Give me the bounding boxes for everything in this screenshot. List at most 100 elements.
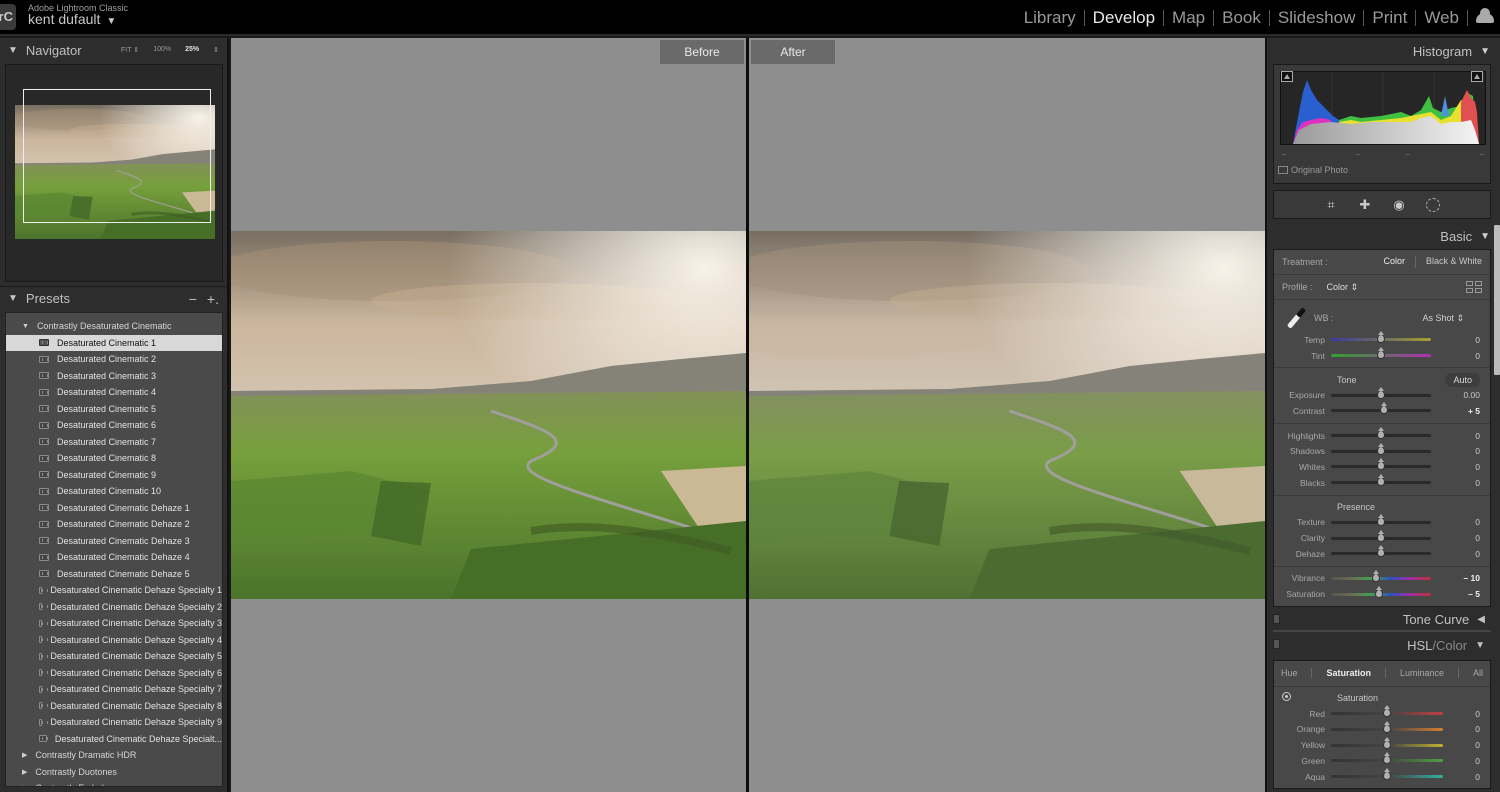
auto-tone-button[interactable]: Auto <box>1445 373 1480 388</box>
before-photo[interactable] <box>231 231 746 599</box>
preset-item[interactable]: Desaturated Cinematic 7 <box>6 434 222 451</box>
targeted-adjustment-icon[interactable] <box>1282 691 1291 701</box>
after-photo[interactable] <box>749 231 1265 599</box>
basic-header[interactable]: Basic ▼ <box>1267 223 1500 249</box>
zoom-stepper-icon[interactable]: ⇕ <box>213 46 219 54</box>
treatment-bw[interactable]: Black & White <box>1426 256 1482 268</box>
slider-thumb[interactable] <box>1374 585 1383 598</box>
preset-item[interactable]: Desaturated Cinematic 1 <box>6 334 222 351</box>
slider-value[interactable]: – 5 <box>1468 589 1490 599</box>
slider-track[interactable] <box>1331 752 1443 765</box>
slider-value[interactable]: 0 <box>1475 335 1490 345</box>
slider-track[interactable] <box>1331 458 1431 471</box>
cloud-sync-icon[interactable] <box>1476 8 1494 23</box>
slider-value[interactable]: 0 <box>1475 351 1490 361</box>
preset-item[interactable]: Desaturated Cinematic Dehaze Specialty 9 <box>6 714 222 731</box>
slider-value[interactable]: 0 <box>1475 431 1490 441</box>
slider-thumb[interactable] <box>1377 513 1385 526</box>
preset-item[interactable]: Desaturated Cinematic Dehaze 2 <box>6 516 222 533</box>
tab-hue[interactable]: Hue <box>1281 668 1298 678</box>
slider-value[interactable]: 0 <box>1475 724 1490 734</box>
slider-track[interactable] <box>1331 736 1443 749</box>
preset-item[interactable]: Desaturated Cinematic 3 <box>6 368 222 385</box>
slider-thumb[interactable] <box>1377 545 1385 558</box>
slider-thumb[interactable] <box>1377 331 1385 344</box>
tab-all[interactable]: All <box>1473 668 1483 678</box>
collapse-triangle-icon[interactable]: ▼ <box>8 293 18 304</box>
slider-track[interactable] <box>1331 768 1443 781</box>
slider-thumb[interactable] <box>1383 752 1391 765</box>
slider-thumb[interactable] <box>1372 569 1380 582</box>
preset-item[interactable]: Desaturated Cinematic Dehaze Specialty 6 <box>6 665 222 682</box>
preset-item[interactable]: Desaturated Cinematic 5 <box>6 401 222 418</box>
preset-item[interactable]: Desaturated Cinematic Dehaze Specialty 3 <box>6 615 222 632</box>
panel-switch-icon[interactable] <box>1273 638 1280 649</box>
module-book[interactable]: Book <box>1214 8 1269 28</box>
slider-track[interactable] <box>1331 705 1443 718</box>
slider-value[interactable]: – 10 <box>1463 573 1490 583</box>
module-web[interactable]: Web <box>1416 8 1467 28</box>
preset-folder[interactable]: ▶ Contrastly Faded <box>6 780 222 786</box>
tone-curve-header[interactable]: Tone Curve ◀ <box>1273 610 1491 632</box>
slider-value[interactable]: 0 <box>1475 478 1490 488</box>
profile-browser-icon[interactable] <box>1466 281 1482 293</box>
navigator-header[interactable]: ▼ Navigator FIT ⇕ 100% 25% ⇕ <box>0 38 227 62</box>
slider-thumb[interactable] <box>1377 458 1385 471</box>
preset-item[interactable]: Desaturated Cinematic 8 <box>6 450 222 467</box>
slider-track[interactable] <box>1331 347 1431 360</box>
collapse-triangle-icon[interactable]: ▼ <box>1480 231 1490 242</box>
zoom-fit[interactable]: FIT ⇕ <box>121 46 139 54</box>
treatment-color[interactable]: Color <box>1383 256 1405 268</box>
slider-track[interactable] <box>1331 513 1431 526</box>
slider-track[interactable] <box>1331 386 1431 399</box>
wb-select[interactable]: As Shot ⇕ <box>1422 313 1464 324</box>
preset-item[interactable]: Desaturated Cinematic Dehaze Specialty 7 <box>6 681 222 698</box>
presets-header[interactable]: ▼ Presets − +. <box>0 286 227 310</box>
tab-luminance[interactable]: Luminance <box>1400 668 1444 678</box>
zoom-25[interactable]: 25% <box>185 46 199 54</box>
slider-thumb[interactable] <box>1379 402 1388 415</box>
slider-value[interactable]: 0 <box>1475 772 1490 782</box>
masking-icon[interactable] <box>1425 197 1441 213</box>
add-preset-button[interactable]: +. <box>207 291 219 307</box>
navigator-view-frame[interactable] <box>23 89 211 223</box>
collapse-triangle-icon[interactable]: ▼ <box>1475 640 1485 651</box>
slider-thumb[interactable] <box>1383 705 1391 718</box>
module-slideshow[interactable]: Slideshow <box>1270 8 1364 28</box>
module-library[interactable]: Library <box>1016 8 1084 28</box>
healing-icon[interactable]: ✚ <box>1357 197 1373 213</box>
collapse-triangle-icon[interactable]: ▼ <box>8 45 18 56</box>
eyedropper-icon[interactable] <box>1282 305 1308 331</box>
slider-track[interactable] <box>1331 331 1431 344</box>
preset-item[interactable]: Desaturated Cinematic 2 <box>6 351 222 368</box>
slider-thumb[interactable] <box>1383 736 1391 749</box>
preset-item[interactable]: Desaturated Cinematic Dehaze Specialt... <box>6 731 222 748</box>
remove-preset-button[interactable]: − <box>189 291 197 307</box>
preset-folder[interactable]: ▶ Contrastly Dramatic HDR <box>6 747 222 764</box>
preset-item[interactable]: Desaturated Cinematic Dehaze Specialty 1 <box>6 582 222 599</box>
crop-icon[interactable]: ⌗ <box>1323 197 1339 213</box>
histogram-header[interactable]: Histogram ▼ <box>1267 38 1500 64</box>
preset-folder-open[interactable]: ▼ Contrastly Desaturated Cinematic <box>6 318 222 335</box>
preset-item[interactable]: Desaturated Cinematic 9 <box>6 467 222 484</box>
preset-item[interactable]: Desaturated Cinematic 4 <box>6 384 222 401</box>
preset-item[interactable]: Desaturated Cinematic Dehaze Specialty 5 <box>6 648 222 665</box>
preset-folder[interactable]: ▶ Contrastly Duotones <box>6 764 222 781</box>
slider-thumb[interactable] <box>1377 442 1385 455</box>
expand-triangle-icon[interactable]: ▶ <box>22 768 27 776</box>
slider-track[interactable] <box>1331 402 1431 415</box>
highlight-clipping-toggle[interactable] <box>1471 71 1483 82</box>
preset-item[interactable]: Desaturated Cinematic Dehaze 4 <box>6 549 222 566</box>
slider-value[interactable]: 0 <box>1475 462 1490 472</box>
hsl-title[interactable]: HSL <box>1407 638 1432 653</box>
tab-saturation[interactable]: Saturation <box>1326 668 1371 678</box>
slider-thumb[interactable] <box>1377 529 1385 542</box>
shadow-clipping-toggle[interactable] <box>1281 71 1293 82</box>
profile-select[interactable]: Color ⇕ <box>1327 282 1359 293</box>
preset-item[interactable]: Desaturated Cinematic Dehaze Specialty 8 <box>6 698 222 715</box>
slider-value[interactable]: 0 <box>1475 533 1490 543</box>
color-title[interactable]: Color <box>1436 638 1467 653</box>
module-map[interactable]: Map <box>1164 8 1213 28</box>
collapse-triangle-icon[interactable]: ▼ <box>1480 46 1490 57</box>
red-eye-icon[interactable]: ◉ <box>1391 197 1407 213</box>
